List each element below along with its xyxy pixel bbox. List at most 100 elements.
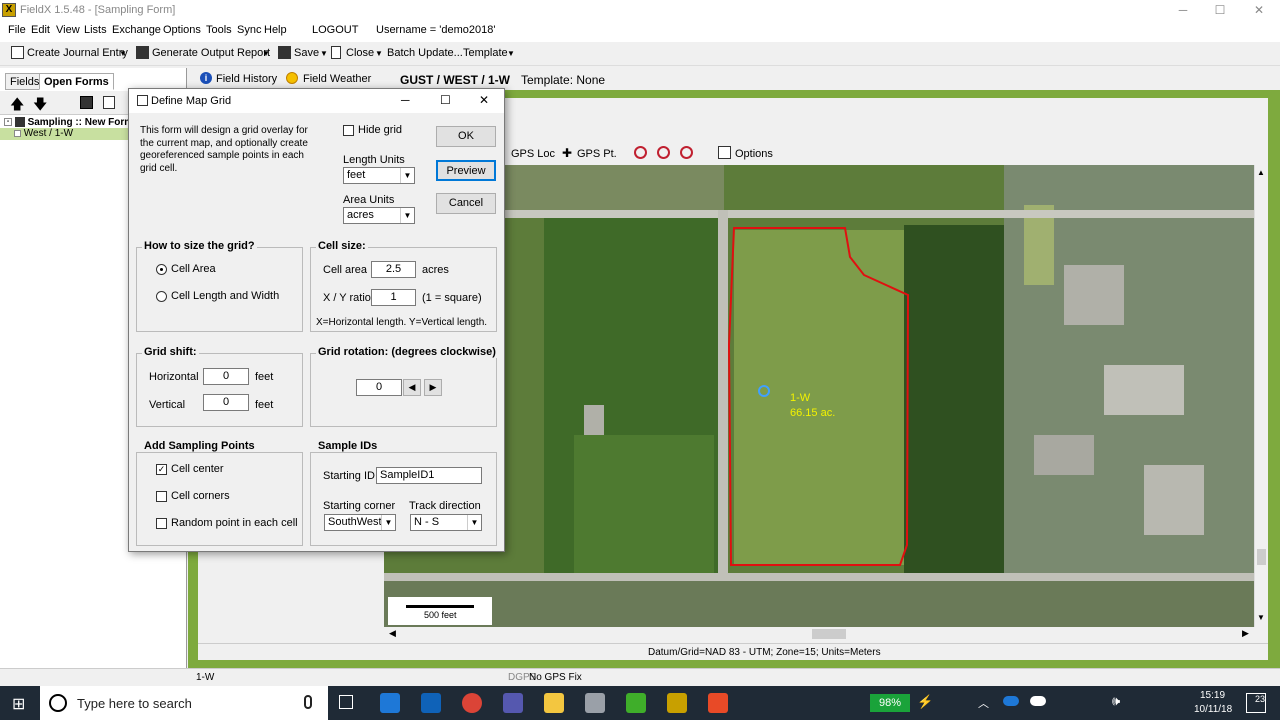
- batch-update-button[interactable]: Batch Update...: [387, 47, 463, 59]
- target-plus-icon[interactable]: [657, 146, 670, 159]
- xy-ratio-input[interactable]: 1: [371, 289, 416, 306]
- create-journal-button[interactable]: Create Journal Entry: [27, 47, 128, 59]
- close-icon[interactable]: ✕: [479, 93, 489, 107]
- tab-field-history[interactable]: Field History: [216, 73, 277, 85]
- gps-loc-button[interactable]: GPS Loc: [511, 148, 555, 160]
- windows-start-icon[interactable]: ⊞: [12, 694, 25, 714]
- save-button[interactable]: Save: [294, 47, 319, 59]
- maximize-icon[interactable]: ☐: [440, 93, 451, 107]
- plug-icon[interactable]: ⚡: [917, 694, 933, 710]
- random-point-checkbox[interactable]: [156, 518, 167, 529]
- cell-length-radio[interactable]: [156, 291, 167, 302]
- chevron-down-icon[interactable]: ▼: [467, 515, 481, 530]
- cell-center-checkbox[interactable]: ✓: [156, 464, 167, 475]
- edge-icon[interactable]: [380, 693, 400, 713]
- tree-item-west-1w[interactable]: West / 1-W: [0, 128, 129, 140]
- collapse-icon[interactable]: -: [4, 118, 12, 127]
- cloud-icon[interactable]: [1030, 696, 1046, 706]
- menu-help[interactable]: Help: [264, 24, 287, 36]
- cancel-button[interactable]: Cancel: [436, 193, 496, 214]
- fieldx-icon[interactable]: [667, 693, 687, 713]
- track-direction-select[interactable]: N - S ▼: [410, 514, 482, 531]
- close-doc-icon[interactable]: [103, 96, 115, 109]
- menu-options[interactable]: Options: [163, 24, 201, 36]
- menu-edit[interactable]: Edit: [31, 24, 50, 36]
- menu-file[interactable]: File: [8, 24, 26, 36]
- chevron-down-icon[interactable]: ▼: [262, 49, 270, 58]
- chevron-up-icon[interactable]: ︿: [978, 695, 989, 711]
- gps-pt-button[interactable]: GPS Pt.: [577, 148, 617, 160]
- rotate-left-button[interactable]: ◀: [403, 379, 421, 396]
- volume-icon[interactable]: 🕪: [1112, 693, 1120, 709]
- scroll-thumb[interactable]: [1257, 549, 1266, 565]
- clock-date[interactable]: 10/11/18: [1194, 704, 1232, 715]
- chevron-down-icon[interactable]: ▼: [507, 49, 515, 58]
- generate-report-button[interactable]: Generate Output Report: [152, 47, 270, 59]
- close-doc-icon: [331, 46, 341, 59]
- menu-tools[interactable]: Tools: [206, 24, 232, 36]
- scroll-thumb[interactable]: [812, 629, 846, 639]
- close-window-button[interactable]: ✕: [1236, 0, 1280, 20]
- task-view-icon[interactable]: [339, 695, 353, 709]
- rotate-right-button[interactable]: ▶: [424, 379, 442, 396]
- length-units-select[interactable]: feet ▼: [343, 167, 415, 184]
- area-units-select[interactable]: acres ▼: [343, 207, 415, 224]
- cell-corners-checkbox[interactable]: [156, 491, 167, 502]
- chevron-down-icon[interactable]: ▼: [119, 49, 127, 58]
- search-placeholder: Type here to search: [77, 696, 192, 711]
- menu-sync[interactable]: Sync: [237, 24, 261, 36]
- chevron-down-icon[interactable]: ▼: [320, 49, 328, 58]
- minimize-icon[interactable]: ─: [401, 93, 410, 107]
- scroll-down-icon[interactable]: ▼: [1257, 613, 1265, 622]
- cell-area-input[interactable]: 2.5: [371, 261, 416, 278]
- file-explorer-icon[interactable]: [544, 693, 564, 713]
- scroll-right-icon[interactable]: ▶: [1242, 628, 1249, 639]
- preview-button[interactable]: Preview: [436, 160, 496, 181]
- map-vertical-scrollbar[interactable]: ▲ ▼: [1254, 165, 1268, 627]
- target-icon[interactable]: [634, 146, 647, 159]
- ok-button[interactable]: OK: [436, 126, 496, 147]
- menu-lists[interactable]: Lists: [84, 24, 107, 36]
- logout-link[interactable]: LOGOUT: [312, 24, 358, 36]
- chrome-icon[interactable]: [462, 693, 482, 713]
- tab-open-forms[interactable]: Open Forms: [39, 73, 114, 90]
- outlook-icon[interactable]: [421, 693, 441, 713]
- target-cross-icon[interactable]: [680, 146, 693, 159]
- map-horizontal-scrollbar[interactable]: ◀ ▶: [384, 627, 1254, 641]
- vertical-shift-input[interactable]: 0: [203, 394, 249, 411]
- menu-view[interactable]: View: [56, 24, 80, 36]
- grid-shift-title: Grid shift:: [142, 346, 199, 358]
- taskbar-search-box[interactable]: Type here to search: [40, 686, 328, 720]
- microphone-icon[interactable]: [304, 695, 312, 709]
- close-button[interactable]: Close: [346, 47, 374, 59]
- cell-area-radio[interactable]: [156, 264, 167, 275]
- arrow-down-icon[interactable]: 🡇: [33, 94, 47, 118]
- hide-grid-checkbox[interactable]: [343, 125, 354, 136]
- teams-icon[interactable]: [503, 693, 523, 713]
- onedrive-icon[interactable]: [1003, 696, 1019, 706]
- starting-corner-select[interactable]: SouthWest ▼: [324, 514, 396, 531]
- horizontal-shift-input[interactable]: 0: [203, 368, 249, 385]
- camtasia-icon[interactable]: [626, 693, 646, 713]
- cortana-icon[interactable]: [49, 694, 67, 712]
- snagit-icon[interactable]: [708, 693, 728, 713]
- chevron-down-icon[interactable]: ▼: [400, 208, 414, 223]
- menu-exchange[interactable]: Exchange: [112, 24, 161, 36]
- map-view[interactable]: 1-W 66.15 ac. 500 feet: [384, 165, 1254, 627]
- notification-center-icon[interactable]: 23: [1246, 693, 1266, 713]
- starting-id-input[interactable]: SampleID1: [376, 467, 482, 484]
- save-icon[interactable]: [80, 96, 93, 109]
- template-button[interactable]: Template: [463, 47, 508, 59]
- arrow-up-icon[interactable]: 🡅: [10, 94, 24, 118]
- scroll-up-icon[interactable]: ▲: [1257, 168, 1265, 177]
- rotation-input[interactable]: 0: [356, 379, 402, 396]
- app-icon[interactable]: [585, 693, 605, 713]
- chevron-down-icon[interactable]: ▼: [375, 49, 383, 58]
- battery-indicator[interactable]: 98%: [870, 694, 910, 712]
- chevron-down-icon[interactable]: ▼: [381, 515, 395, 530]
- clock-time[interactable]: 15:19: [1200, 690, 1225, 701]
- tab-field-weather[interactable]: Field Weather: [303, 73, 371, 85]
- chevron-down-icon[interactable]: ▼: [400, 168, 414, 183]
- scroll-left-icon[interactable]: ◀: [389, 628, 396, 639]
- options-button[interactable]: Options: [735, 148, 773, 160]
